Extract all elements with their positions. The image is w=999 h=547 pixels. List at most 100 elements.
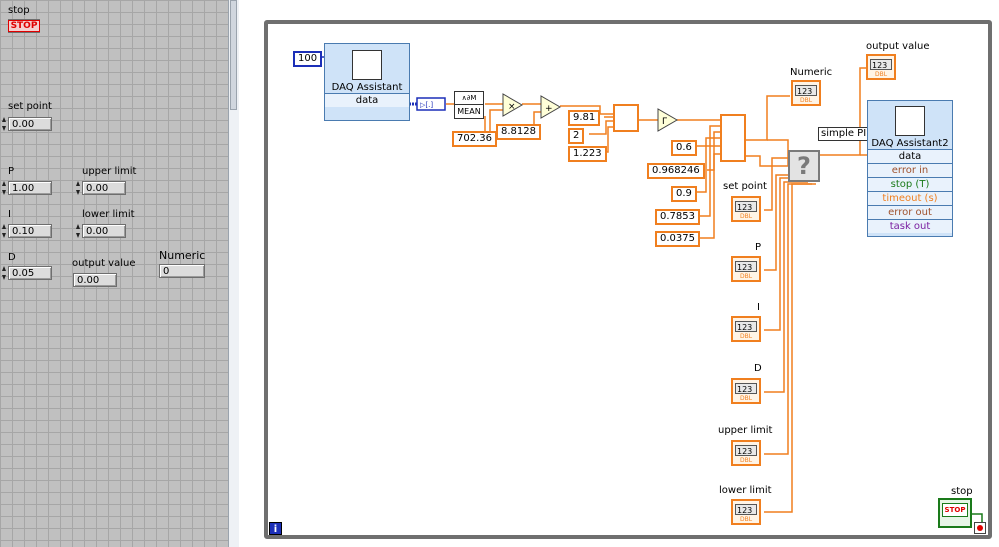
wire-07853 xyxy=(694,145,720,217)
daq-assistant2-icon xyxy=(895,106,925,136)
wire-bundle-pid xyxy=(767,139,789,166)
set-point-terminal[interactable]: 123 DBL xyxy=(731,196,761,222)
lower-limit-terminal[interactable]: 123 DBL xyxy=(731,499,761,525)
p-label: P xyxy=(8,166,15,177)
scrollbar-thumb[interactable] xyxy=(230,0,237,110)
daq-assistant2[interactable]: DAQ Assistant2 data error in stop (T) ti… xyxy=(867,100,953,237)
wire-upper xyxy=(764,183,812,455)
loop-condition-terminal[interactable] xyxy=(974,522,986,534)
d-terminal[interactable]: 123 DBL xyxy=(731,378,761,404)
upper-limit-terminal[interactable]: 123 DBL xyxy=(731,440,761,466)
daq-assistant[interactable]: DAQ Assistant data xyxy=(324,43,410,121)
constant-1-223[interactable]: 1.223 xyxy=(568,146,607,162)
svg-text:+: + xyxy=(545,104,553,114)
d-terminal-label: D xyxy=(754,363,762,374)
upper-limit-label: upper limit xyxy=(82,166,137,177)
stop-button-text: STOP xyxy=(7,20,41,32)
i-control: 0.10 xyxy=(2,224,52,238)
wire-d xyxy=(764,181,808,393)
i-terminal-label: I xyxy=(757,302,760,313)
wire-p xyxy=(764,174,800,271)
output-value-terminal-label: output value xyxy=(866,41,930,52)
output-value-indicator: 0.00 xyxy=(73,273,117,287)
daq2-port-error-in[interactable]: error in xyxy=(868,163,952,177)
mean-label: MEAN xyxy=(457,107,481,116)
lower-limit-input[interactable]: 0.00 xyxy=(82,224,126,238)
wire-bundle-numeric xyxy=(745,95,790,141)
set-point-input[interactable]: 0.00 xyxy=(8,117,52,131)
i-label: I xyxy=(8,209,11,220)
i-terminal[interactable]: 123 DBL xyxy=(731,316,761,342)
array-build-small[interactable] xyxy=(613,104,639,132)
lower-limit-spinner[interactable] xyxy=(76,224,81,238)
constant-702-36[interactable]: 702.36 xyxy=(452,131,497,147)
d-spinner[interactable] xyxy=(2,266,7,280)
constant-0-9[interactable]: 0.9 xyxy=(671,186,697,202)
stop-terminal-text: STOP xyxy=(942,503,968,517)
upper-limit-terminal-label: upper limit xyxy=(718,425,773,436)
wire-pid-out-value xyxy=(820,67,866,156)
p-spinner[interactable] xyxy=(2,181,7,195)
array-build-large[interactable] xyxy=(720,114,746,162)
output-value-label: output value xyxy=(72,258,136,269)
constant-8-8128[interactable]: 8.8128 xyxy=(496,124,541,140)
svg-text:×: × xyxy=(508,102,516,112)
constant-0-6[interactable]: 0.6 xyxy=(671,140,697,156)
p-control: 1.00 xyxy=(2,181,52,195)
svg-text:Γ: Γ xyxy=(662,117,667,127)
mean-node[interactable]: ∧∂M MEAN xyxy=(454,91,484,119)
numeric-label: Numeric xyxy=(159,249,206,262)
set-point-spinner[interactable] xyxy=(2,117,7,131)
lower-limit-label: lower limit xyxy=(82,209,135,220)
daq2-port-data[interactable]: data xyxy=(868,149,952,163)
stop-label: stop xyxy=(8,5,30,16)
upper-limit-input[interactable]: 0.00 xyxy=(82,181,126,195)
formula-node xyxy=(657,108,678,132)
daq2-port-stop[interactable]: stop (T) xyxy=(868,177,952,191)
d-label: D xyxy=(8,252,16,263)
constant-9-81[interactable]: 9.81 xyxy=(568,110,601,126)
daq2-port-error-out[interactable]: error out xyxy=(868,205,952,219)
lower-limit-control: 0.00 xyxy=(76,224,126,238)
numeric-terminal[interactable]: 123 DBL xyxy=(791,80,821,106)
upper-limit-control: 0.00 xyxy=(76,181,126,195)
wire-06 xyxy=(694,125,720,147)
i-input[interactable]: 0.10 xyxy=(8,224,52,238)
daq2-port-task-out[interactable]: task out xyxy=(868,219,952,233)
front-panel: stop STOP set point 0.00 P 1.00 I 0.10 D… xyxy=(0,0,228,547)
d-input[interactable]: 0.05 xyxy=(8,266,52,280)
set-point-label: set point xyxy=(8,101,52,112)
stop-terminal-label: stop xyxy=(951,486,973,497)
samples-constant[interactable]: 100 xyxy=(293,51,323,67)
stop-button[interactable]: STOP xyxy=(7,19,41,33)
set-point-control: 0.00 xyxy=(2,117,52,131)
daq-assistant-icon xyxy=(352,50,382,80)
daq-assistant-title: DAQ Assistant xyxy=(331,82,403,93)
i-spinner[interactable] xyxy=(2,224,7,238)
lower-limit-terminal-label: lower limit xyxy=(719,485,772,496)
daq-assistant2-title: DAQ Assistant2 xyxy=(871,138,949,149)
p-input[interactable]: 1.00 xyxy=(8,181,52,195)
upper-limit-spinner[interactable] xyxy=(76,181,81,195)
set-point-terminal-label: set point xyxy=(723,181,767,192)
loop-iteration-info-icon[interactable]: i xyxy=(269,522,282,535)
daq-assistant-data-port[interactable]: data xyxy=(325,93,409,107)
numeric-terminal-label: Numeric xyxy=(790,67,833,78)
constant-0-0375[interactable]: 0.0375 xyxy=(655,231,700,247)
constant-0-7853[interactable]: 0.7853 xyxy=(655,209,700,225)
stop-terminal[interactable]: STOP xyxy=(938,498,972,528)
p-terminal-label: P xyxy=(755,242,762,253)
front-panel-scrollbar[interactable] xyxy=(228,0,239,547)
wire-lower xyxy=(764,183,816,513)
p-terminal[interactable]: 123 DBL xyxy=(731,256,761,282)
svg-text:▷[.]: ▷[.] xyxy=(420,101,433,109)
daq2-port-timeout[interactable]: timeout (s) xyxy=(868,191,952,205)
d-control: 0.05 xyxy=(2,266,52,280)
constant-0-968246[interactable]: 0.968246 xyxy=(647,163,705,179)
numeric-indicator: 0 xyxy=(159,264,205,278)
output-value-terminal[interactable]: 123 DBL xyxy=(866,54,896,80)
pid-subvi-missing-icon[interactable]: ? xyxy=(788,150,820,182)
block-diagram: × + Γ ▷[.] 100 DAQ Assistant data ∧∂M ME… xyxy=(240,0,999,547)
constant-2[interactable]: 2 xyxy=(568,128,585,144)
mean-icon: ∧∂M xyxy=(455,92,483,105)
